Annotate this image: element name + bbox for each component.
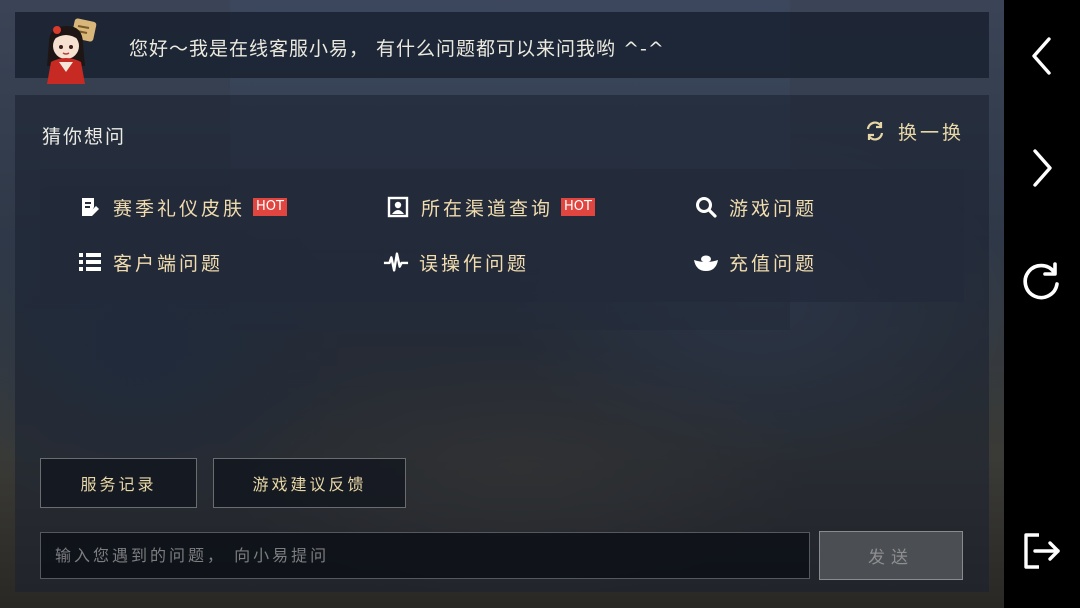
exit-icon xyxy=(1024,533,1060,569)
list-icon xyxy=(77,249,103,275)
greeting-banner: 您好～我是在线客服小易， 有什么问题都可以来问我哟 ^-^ xyxy=(15,12,989,84)
question-label: 所在渠道查询 xyxy=(421,197,554,220)
suggested-questions-box xyxy=(40,169,964,302)
greeting-text: 您好～我是在线客服小易， 有什么问题都可以来问我哟 ^-^ xyxy=(129,38,665,60)
forward-button[interactable] xyxy=(1018,144,1066,192)
hot-badge: HOT xyxy=(253,198,287,216)
reload-button[interactable] xyxy=(1018,257,1066,305)
refresh-questions-button[interactable]: 换一换 xyxy=(864,116,964,146)
gold-ingot-icon xyxy=(693,249,719,275)
chevron-right-icon xyxy=(1033,149,1052,187)
question-label: 赛季礼仪皮肤 xyxy=(113,197,246,220)
feedback-button[interactable]: 游戏建议反馈 xyxy=(213,458,406,508)
question-recharge[interactable]: 充值问题 xyxy=(693,246,817,278)
exit-button[interactable] xyxy=(1018,527,1066,575)
question-label: 客户端问题 xyxy=(113,252,224,275)
waveform-icon xyxy=(383,249,409,275)
portrait-frame-icon xyxy=(385,194,411,220)
chevron-left-icon xyxy=(1032,37,1051,75)
question-channel-lookup[interactable]: 所在渠道查询 HOT xyxy=(385,191,595,223)
send-button[interactable]: 发送 xyxy=(819,531,963,580)
edit-document-icon xyxy=(77,194,103,220)
question-client-issue[interactable]: 客户端问题 xyxy=(77,246,223,278)
refresh-icon xyxy=(1023,262,1059,300)
question-label: 游戏问题 xyxy=(729,197,818,220)
question-label: 误操作问题 xyxy=(419,252,530,275)
hot-badge: HOT xyxy=(561,198,595,216)
back-button[interactable] xyxy=(1018,32,1066,80)
side-navigation-bar xyxy=(1004,0,1080,608)
search-icon xyxy=(693,194,719,220)
service-record-button[interactable]: 服务记录 xyxy=(40,458,197,508)
mascot-avatar xyxy=(47,18,97,84)
question-input[interactable] xyxy=(40,532,810,579)
refresh-label: 换一换 xyxy=(898,121,965,144)
question-label: 充值问题 xyxy=(729,252,818,275)
question-misoperation[interactable]: 误操作问题 xyxy=(383,246,529,278)
question-season-skin[interactable]: 赛季礼仪皮肤 HOT xyxy=(77,191,287,223)
question-game-issue[interactable]: 游戏问题 xyxy=(693,191,817,223)
refresh-cycle-icon xyxy=(866,121,884,141)
panel-title: 猜你想问 xyxy=(42,126,127,148)
